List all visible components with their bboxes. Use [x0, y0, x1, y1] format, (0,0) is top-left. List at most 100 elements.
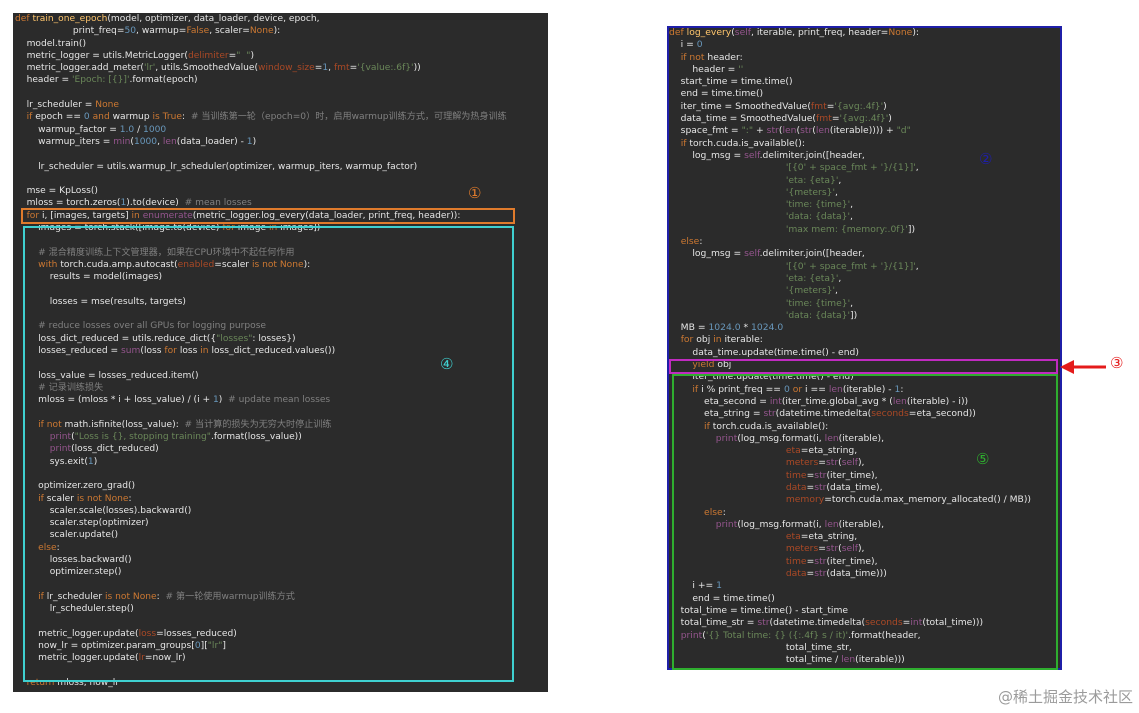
code-token: (log_msg.format(i, — [737, 518, 825, 530]
code-token: =eta_string, — [800, 531, 858, 543]
code-line: header = '' — [669, 64, 743, 75]
code-token: ) — [252, 136, 257, 147]
code-token: train_one_epoch — [32, 14, 108, 24]
code-token: total_time_str, — [669, 641, 852, 653]
code-token: (iterable)))) + — [829, 125, 897, 137]
code-token: def — [669, 27, 687, 38]
code-token: with — [38, 259, 61, 270]
code-token: , — [915, 162, 919, 174]
code-token: losses.backward() — [15, 555, 132, 566]
code-token: ): — [273, 26, 281, 37]
code-token: is not None — [251, 259, 304, 270]
code-token: 0 — [83, 112, 93, 123]
code-line: sys.exit(1) — [15, 457, 98, 467]
code-token: int — [910, 617, 923, 629]
code-token: : — [56, 542, 60, 553]
code-token: : — [128, 493, 132, 504]
code-token: =torch.cuda.max_memory_allocated() / MB)… — [824, 494, 1031, 506]
code-token: metric_logger.update( — [15, 628, 139, 639]
code-token: str — [763, 408, 776, 420]
code-token: epoch == — [35, 112, 84, 123]
marker-2: ② — [979, 150, 993, 168]
code-line: yield obj — [669, 359, 731, 370]
code-token: None — [888, 27, 913, 38]
code-token: (datetime.timedelta( — [775, 408, 872, 420]
code-token: '{} Total time: {} ({:.4f} s / it)' — [705, 629, 849, 641]
left-code-panel: def train_one_epoch(model, optimizer, da… — [13, 13, 548, 692]
code-line: warmup_factor = 1.0 / 1000 — [15, 125, 166, 135]
code-token: 'time: {time}' — [785, 297, 851, 309]
code-token: =eta_string, — [800, 445, 858, 457]
code-token: min — [113, 136, 131, 147]
code-token: iterable: — [724, 334, 763, 346]
code-token: mse = KpLoss() — [15, 186, 98, 197]
code-token: self — [744, 248, 760, 260]
code-line: eta=eta_string, — [669, 531, 857, 542]
code-token: '{meters}' — [785, 285, 835, 297]
code-token: 'time: {time}' — [785, 199, 851, 211]
code-token: is not None — [76, 493, 129, 504]
code-token: =scaler — [214, 259, 252, 270]
code-token: lr_scheduler = — [15, 100, 96, 111]
code-token: ) — [218, 395, 229, 406]
code-token: (data_loader) - — [176, 136, 247, 147]
code-token: print — [715, 518, 738, 530]
code-line: eta_string = str(datetime.timedelta(seco… — [669, 408, 976, 419]
code-line: metric_logger.update(lr=now_lr) — [15, 653, 185, 663]
code-token: mloss = torch.zeros( — [15, 198, 121, 209]
code-token: len — [892, 395, 907, 407]
code-token: i = — [669, 39, 697, 51]
code-token: 1024.0 — [708, 322, 741, 334]
code-token: (iterable), — [838, 518, 885, 530]
code-token: '{avg:.4f}' — [839, 113, 889, 125]
code-token: model.train() — [15, 38, 87, 49]
code-token: in — [268, 223, 281, 234]
code-line: images = torch.stack([image.to(device) f… — [15, 223, 320, 233]
code-line: optimizer.step() — [15, 567, 122, 577]
code-token: start_time = time.time() — [669, 76, 793, 88]
code-token: ":" — [741, 125, 754, 137]
code-line: time=str(iter_time), — [669, 556, 878, 567]
code-line: else: — [15, 543, 60, 553]
code-line: metric_logger.update(loss=losses_reduced… — [15, 629, 237, 639]
code-token: " " — [236, 50, 251, 61]
code-token: i, [images, targets] — [41, 210, 132, 221]
code-line: loss_dict_reduced = utils.reduce_dict({"… — [15, 334, 295, 344]
code-token: '[{0' + space_fmt + '}/{1}]' — [785, 260, 916, 272]
code-token: , — [838, 272, 842, 284]
code-token: .delimiter.join([header, — [759, 248, 865, 260]
marker-5: ⑤ — [976, 450, 990, 468]
code-token: ) — [888, 113, 892, 125]
code-line: 'eta: {eta}', — [669, 175, 841, 186]
code-token: (iter_time), — [826, 555, 878, 567]
code-token: "d" — [896, 125, 911, 137]
code-token: torch.cuda.is_available(): — [712, 420, 829, 432]
code-token: enumerate — [142, 210, 193, 221]
code-token: (iterable), — [838, 432, 885, 444]
code-token: 1.0 — [119, 124, 135, 135]
code-line: meters=str(self), — [669, 543, 865, 554]
code-token: data_time = SmoothedValue( — [669, 113, 817, 125]
code-line: 'data: {data}', — [669, 211, 853, 222]
code-token: , warmup= — [136, 26, 187, 37]
code-token: loss_value = losses_reduced.item() — [15, 370, 199, 381]
code-token: image — [237, 223, 269, 234]
code-token: i == — [805, 383, 829, 395]
code-line: total_time / len(iterable))) — [669, 654, 905, 665]
code-token: 'data: {data}' — [785, 211, 850, 223]
code-line: '[{0' + space_fmt + '}/{1}]', — [669, 162, 919, 173]
code-token: print — [49, 432, 72, 443]
code-token: now_lr = optimizer.param_groups[ — [15, 641, 195, 652]
code-token: scaler.step(optimizer) — [15, 518, 149, 529]
code-token: 1000 — [133, 136, 158, 147]
code-line: results = model(images) — [15, 272, 162, 282]
